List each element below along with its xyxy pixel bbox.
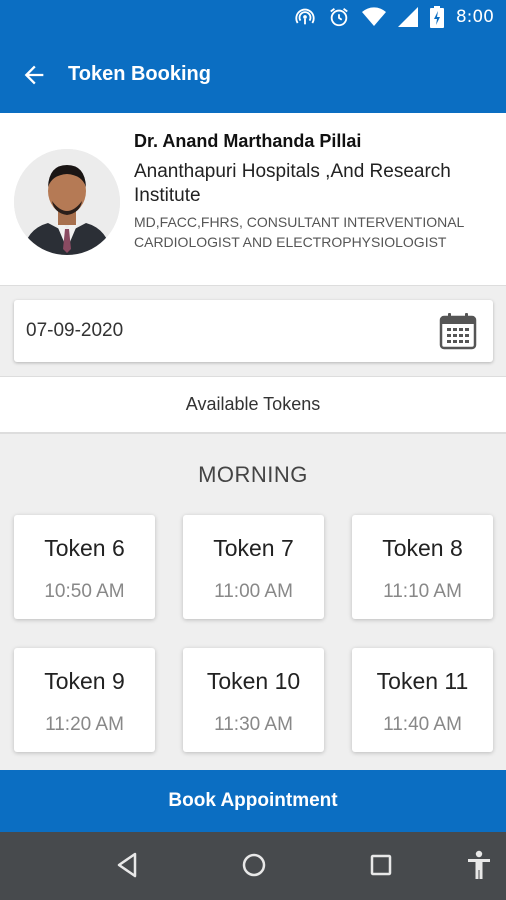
token-name: Token 7 (213, 535, 294, 561)
back-arrow-icon[interactable] (0, 36, 68, 113)
hospital-name: Ananthapuri Hospitals ,And Research Inst… (134, 161, 451, 206)
nav-recents-icon[interactable] (369, 852, 393, 883)
accessibility-icon[interactable] (466, 850, 492, 885)
calendar-icon[interactable] (439, 312, 477, 355)
doctor-avatar (14, 149, 120, 255)
app-bar: Token Booking (0, 36, 506, 113)
token-time: 11:10 AM (383, 581, 462, 602)
token-time: 11:20 AM (45, 714, 124, 735)
token-time: 11:40 AM (383, 714, 462, 735)
token-name: Token 6 (44, 535, 125, 561)
token-card[interactable]: Token 10 11:30 AM (183, 648, 324, 752)
status-bar: 8:00 (0, 0, 506, 36)
system-nav-bar (0, 832, 506, 900)
doctor-qualification: MD,FACC,FHRS, CONSULTANT INTERVENTIONAL … (134, 214, 464, 250)
token-card[interactable]: Token 9 11:20 AM (14, 648, 155, 752)
hotspot-icon (294, 6, 316, 28)
token-name: Token 10 (206, 668, 301, 694)
token-card[interactable]: Token 7 11:00 AM (183, 515, 324, 619)
doctor-name: Dr. Anand Marthanda Pillai (134, 131, 362, 151)
token-time: 10:50 AM (44, 581, 125, 602)
token-name: Token 9 (44, 668, 125, 694)
token-card[interactable]: Token 11 11:40 AM (352, 648, 493, 752)
token-card[interactable]: Token 8 11:10 AM (352, 515, 493, 619)
available-tokens-header: Available Tokens (0, 376, 506, 434)
alarm-icon (328, 6, 350, 28)
token-time: 11:00 AM (214, 581, 293, 602)
session-label: MORNING (198, 462, 308, 487)
token-name: Token 11 (376, 668, 469, 694)
page-title: Token Booking (68, 63, 211, 85)
signal-icon (397, 7, 418, 27)
token-time: 11:30 AM (214, 714, 293, 735)
clock: 8:00 (455, 7, 494, 27)
token-name: Token 8 (382, 535, 463, 561)
date-value: 07-09-2020 (26, 320, 124, 341)
wifi-icon (361, 7, 386, 27)
battery-icon (429, 6, 444, 28)
date-field[interactable]: 07-09-2020 (14, 300, 493, 362)
nav-home-icon[interactable] (241, 852, 267, 883)
nav-back-icon[interactable] (115, 852, 139, 883)
token-card[interactable]: Token 6 10:50 AM (14, 515, 155, 619)
book-appointment-button[interactable]: Book Appointment (0, 770, 506, 832)
doctor-card: Dr. Anand Marthanda Pillai Ananthapuri H… (0, 113, 506, 286)
